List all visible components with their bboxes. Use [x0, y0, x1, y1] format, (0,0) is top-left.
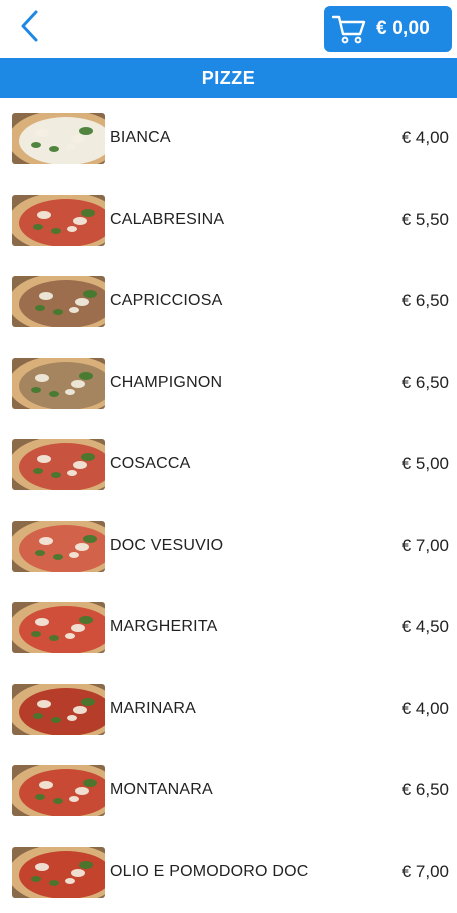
item-name: COSACCA: [110, 455, 191, 472]
list-item[interactable]: COSACCA € 5,00: [0, 424, 457, 505]
top-bar: € 0,00: [0, 0, 457, 58]
chevron-left-icon: [18, 9, 40, 48]
pizza-thumbnail: [12, 439, 105, 490]
item-price: € 4,00: [401, 128, 449, 147]
item-price: € 7,00: [401, 536, 449, 555]
pizza-thumbnail: [12, 602, 105, 653]
cart-total: € 0,00: [376, 18, 431, 39]
item-name: OLIO E POMODORO DOC: [110, 863, 309, 880]
item-price: € 6,50: [401, 373, 449, 392]
pizza-thumbnail: [12, 195, 105, 246]
pizza-thumbnail: [12, 358, 105, 409]
item-name: BIANCA: [110, 129, 171, 146]
item-name: CAPRICCIOSA: [110, 292, 223, 309]
shopping-cart-icon: [332, 14, 366, 44]
item-price: € 6,50: [401, 291, 449, 310]
item-name: MONTANARA: [110, 781, 213, 798]
item-price: € 5,00: [401, 454, 449, 473]
list-item[interactable]: DOC VESUVIO € 7,00: [0, 506, 457, 587]
pizza-thumbnail: [12, 276, 105, 327]
list-item[interactable]: MONTANARA € 6,50: [0, 750, 457, 831]
list-item[interactable]: MARINARA € 4,00: [0, 669, 457, 750]
item-name: MARGHERITA: [110, 618, 218, 635]
item-price: € 5,50: [401, 210, 449, 229]
list-item[interactable]: OLIO E POMODORO DOC € 7,00: [0, 832, 457, 913]
list-item[interactable]: CALABRESINA € 5,50: [0, 180, 457, 261]
item-price: € 7,00: [401, 862, 449, 881]
list-item[interactable]: BIANCA € 4,00: [0, 98, 457, 179]
item-name: CHAMPIGNON: [110, 374, 223, 391]
list-item[interactable]: CHAMPIGNON € 6,50: [0, 343, 457, 424]
cart-button[interactable]: € 0,00: [324, 6, 452, 52]
item-name: DOC VESUVIO: [110, 537, 224, 554]
item-name: MARINARA: [110, 700, 197, 717]
pizza-thumbnail: [12, 847, 105, 898]
back-button[interactable]: [14, 10, 44, 46]
item-name: CALABRESINA: [110, 211, 225, 228]
list-item[interactable]: MARGHERITA € 4,50: [0, 587, 457, 668]
item-price: € 6,50: [401, 780, 449, 799]
item-price: € 4,50: [401, 617, 449, 636]
list-item[interactable]: CAPRICCIOSA € 6,50: [0, 261, 457, 342]
pizza-thumbnail: [12, 113, 105, 164]
pizza-thumbnail: [12, 684, 105, 735]
pizza-thumbnail: [12, 521, 105, 572]
pizza-thumbnail: [12, 765, 105, 816]
item-price: € 4,00: [401, 699, 449, 718]
category-header: PIZZE: [0, 58, 457, 98]
